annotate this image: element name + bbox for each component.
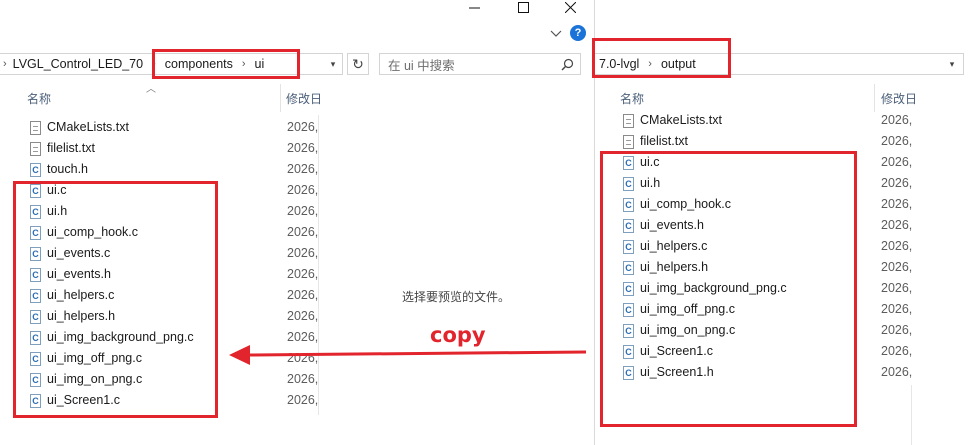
- copy-arrow: [229, 345, 587, 365]
